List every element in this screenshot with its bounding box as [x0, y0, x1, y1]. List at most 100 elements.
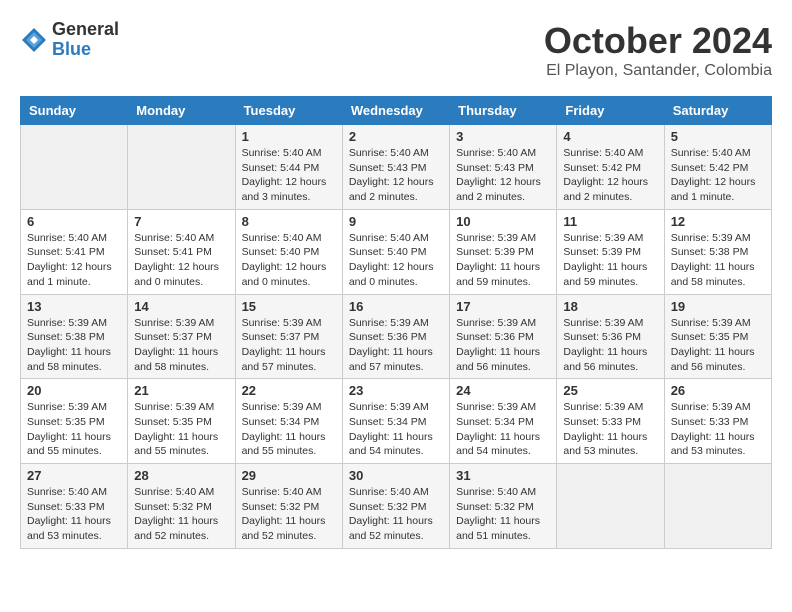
day-number: 23: [349, 383, 443, 398]
calendar-day-cell: 2 Sunrise: 5:40 AM Sunset: 5:43 PM Daylig…: [342, 125, 449, 210]
day-detail: Sunrise: 5:40 AM Sunset: 5:42 PM Dayligh…: [671, 146, 765, 205]
calendar-day-cell: 3 Sunrise: 5:40 AM Sunset: 5:43 PM Daylig…: [450, 125, 557, 210]
day-number: 6: [27, 214, 121, 229]
calendar-day-cell: 27 Sunrise: 5:40 AM Sunset: 5:33 PM Dayli…: [21, 464, 128, 549]
calendar-day-cell: 25Sunrise: 5:39 AM Sunset: 5:33 PM Dayli…: [557, 379, 664, 464]
day-number: 14: [134, 299, 228, 314]
calendar-day-cell: 24 Sunrise: 5:39 AM Sunset: 5:34 PM Dayli…: [450, 379, 557, 464]
day-number: 11: [563, 214, 657, 229]
logo-icon: [20, 26, 48, 54]
day-detail: Sunrise: 5:39 AM Sunset: 5:37 PM Dayligh…: [134, 316, 228, 375]
day-number: 20: [27, 383, 121, 398]
day-detail: Sunrise: 5:39 AM Sunset: 5:38 PM Dayligh…: [671, 231, 765, 290]
calendar-day-cell: 11Sunrise: 5:39 AM Sunset: 5:39 PM Dayli…: [557, 209, 664, 294]
calendar-day-cell: 28Sunrise: 5:40 AM Sunset: 5:32 PM Dayli…: [128, 464, 235, 549]
weekday-header-cell: Tuesday: [235, 97, 342, 125]
day-number: 17: [456, 299, 550, 314]
day-detail: Sunrise: 5:39 AM Sunset: 5:36 PM Dayligh…: [563, 316, 657, 375]
calendar-body: 1 Sunrise: 5:40 AM Sunset: 5:44 PM Daylig…: [21, 125, 772, 549]
day-detail: Sunrise: 5:39 AM Sunset: 5:37 PM Dayligh…: [242, 316, 336, 375]
day-number: 12: [671, 214, 765, 229]
day-number: 27: [27, 468, 121, 483]
logo-general-text: General: [52, 20, 119, 40]
calendar-week-row: 1 Sunrise: 5:40 AM Sunset: 5:44 PM Daylig…: [21, 125, 772, 210]
title-area: October 2024 El Playon, Santander, Colom…: [544, 20, 772, 80]
day-detail: Sunrise: 5:39 AM Sunset: 5:35 PM Dayligh…: [27, 400, 121, 459]
calendar-day-cell: 7Sunrise: 5:40 AM Sunset: 5:41 PM Daylig…: [128, 209, 235, 294]
day-number: 18: [563, 299, 657, 314]
calendar-day-cell: 10 Sunrise: 5:39 AM Sunset: 5:39 PM Dayli…: [450, 209, 557, 294]
day-number: 31: [456, 468, 550, 483]
day-detail: Sunrise: 5:40 AM Sunset: 5:42 PM Dayligh…: [563, 146, 657, 205]
calendar-day-cell: 21 Sunrise: 5:39 AM Sunset: 5:35 PM Dayli…: [128, 379, 235, 464]
day-detail: Sunrise: 5:39 AM Sunset: 5:35 PM Dayligh…: [134, 400, 228, 459]
calendar-day-cell: 8 Sunrise: 5:40 AM Sunset: 5:40 PM Daylig…: [235, 209, 342, 294]
day-number: 29: [242, 468, 336, 483]
calendar-day-cell: 30Sunrise: 5:40 AM Sunset: 5:32 PM Dayli…: [342, 464, 449, 549]
day-detail: Sunrise: 5:39 AM Sunset: 5:33 PM Dayligh…: [563, 400, 657, 459]
calendar-day-cell: 13 Sunrise: 5:39 AM Sunset: 5:38 PM Dayli…: [21, 294, 128, 379]
day-number: 8: [242, 214, 336, 229]
day-number: 5: [671, 129, 765, 144]
page-header: General Blue October 2024 El Playon, San…: [20, 20, 772, 80]
day-number: 7: [134, 214, 228, 229]
weekday-header-cell: Friday: [557, 97, 664, 125]
calendar-day-cell: [664, 464, 771, 549]
calendar-day-cell: 9Sunrise: 5:40 AM Sunset: 5:40 PM Daylig…: [342, 209, 449, 294]
calendar-day-cell: 5 Sunrise: 5:40 AM Sunset: 5:42 PM Daylig…: [664, 125, 771, 210]
day-detail: Sunrise: 5:40 AM Sunset: 5:41 PM Dayligh…: [27, 231, 121, 290]
day-number: 16: [349, 299, 443, 314]
calendar-week-row: 20 Sunrise: 5:39 AM Sunset: 5:35 PM Dayli…: [21, 379, 772, 464]
day-number: 15: [242, 299, 336, 314]
weekday-header-row: SundayMondayTuesdayWednesdayThursdayFrid…: [21, 97, 772, 125]
day-number: 24: [456, 383, 550, 398]
day-number: 10: [456, 214, 550, 229]
day-detail: Sunrise: 5:39 AM Sunset: 5:36 PM Dayligh…: [456, 316, 550, 375]
calendar-week-row: 27 Sunrise: 5:40 AM Sunset: 5:33 PM Dayli…: [21, 464, 772, 549]
calendar-day-cell: 14 Sunrise: 5:39 AM Sunset: 5:37 PM Dayli…: [128, 294, 235, 379]
calendar-day-cell: 19 Sunrise: 5:39 AM Sunset: 5:35 PM Dayli…: [664, 294, 771, 379]
day-detail: Sunrise: 5:40 AM Sunset: 5:32 PM Dayligh…: [456, 485, 550, 544]
calendar-day-cell: 31 Sunrise: 5:40 AM Sunset: 5:32 PM Dayli…: [450, 464, 557, 549]
day-number: 22: [242, 383, 336, 398]
day-detail: Sunrise: 5:40 AM Sunset: 5:32 PM Dayligh…: [242, 485, 336, 544]
day-number: 13: [27, 299, 121, 314]
calendar-day-cell: 23Sunrise: 5:39 AM Sunset: 5:34 PM Dayli…: [342, 379, 449, 464]
calendar-day-cell: 6 Sunrise: 5:40 AM Sunset: 5:41 PM Daylig…: [21, 209, 128, 294]
day-number: 2: [349, 129, 443, 144]
calendar-day-cell: 20 Sunrise: 5:39 AM Sunset: 5:35 PM Dayli…: [21, 379, 128, 464]
day-detail: Sunrise: 5:39 AM Sunset: 5:35 PM Dayligh…: [671, 316, 765, 375]
logo-blue-text: Blue: [52, 40, 119, 60]
calendar-week-row: 13 Sunrise: 5:39 AM Sunset: 5:38 PM Dayli…: [21, 294, 772, 379]
day-number: 4: [563, 129, 657, 144]
day-number: 3: [456, 129, 550, 144]
location-title: El Playon, Santander, Colombia: [544, 62, 772, 80]
calendar-day-cell: 22Sunrise: 5:39 AM Sunset: 5:34 PM Dayli…: [235, 379, 342, 464]
calendar-table: SundayMondayTuesdayWednesdayThursdayFrid…: [20, 96, 772, 549]
day-detail: Sunrise: 5:39 AM Sunset: 5:39 PM Dayligh…: [456, 231, 550, 290]
calendar-day-cell: 29 Sunrise: 5:40 AM Sunset: 5:32 PM Dayli…: [235, 464, 342, 549]
calendar-day-cell: [21, 125, 128, 210]
day-detail: Sunrise: 5:40 AM Sunset: 5:32 PM Dayligh…: [134, 485, 228, 544]
day-number: 21: [134, 383, 228, 398]
month-title: October 2024: [544, 20, 772, 62]
day-detail: Sunrise: 5:39 AM Sunset: 5:36 PM Dayligh…: [349, 316, 443, 375]
weekday-header-cell: Sunday: [21, 97, 128, 125]
day-detail: Sunrise: 5:40 AM Sunset: 5:33 PM Dayligh…: [27, 485, 121, 544]
calendar-day-cell: 16 Sunrise: 5:39 AM Sunset: 5:36 PM Dayli…: [342, 294, 449, 379]
day-number: 19: [671, 299, 765, 314]
day-number: 1: [242, 129, 336, 144]
calendar-day-cell: 4 Sunrise: 5:40 AM Sunset: 5:42 PM Daylig…: [557, 125, 664, 210]
day-detail: Sunrise: 5:40 AM Sunset: 5:40 PM Dayligh…: [242, 231, 336, 290]
day-detail: Sunrise: 5:39 AM Sunset: 5:34 PM Dayligh…: [456, 400, 550, 459]
calendar-day-cell: 26Sunrise: 5:39 AM Sunset: 5:33 PM Dayli…: [664, 379, 771, 464]
calendar-day-cell: [128, 125, 235, 210]
day-detail: Sunrise: 5:40 AM Sunset: 5:43 PM Dayligh…: [349, 146, 443, 205]
day-number: 9: [349, 214, 443, 229]
calendar-day-cell: 12 Sunrise: 5:39 AM Sunset: 5:38 PM Dayli…: [664, 209, 771, 294]
day-detail: Sunrise: 5:39 AM Sunset: 5:38 PM Dayligh…: [27, 316, 121, 375]
calendar-day-cell: 15 Sunrise: 5:39 AM Sunset: 5:37 PM Dayli…: [235, 294, 342, 379]
day-detail: Sunrise: 5:40 AM Sunset: 5:43 PM Dayligh…: [456, 146, 550, 205]
day-detail: Sunrise: 5:40 AM Sunset: 5:44 PM Dayligh…: [242, 146, 336, 205]
calendar-day-cell: 1 Sunrise: 5:40 AM Sunset: 5:44 PM Daylig…: [235, 125, 342, 210]
